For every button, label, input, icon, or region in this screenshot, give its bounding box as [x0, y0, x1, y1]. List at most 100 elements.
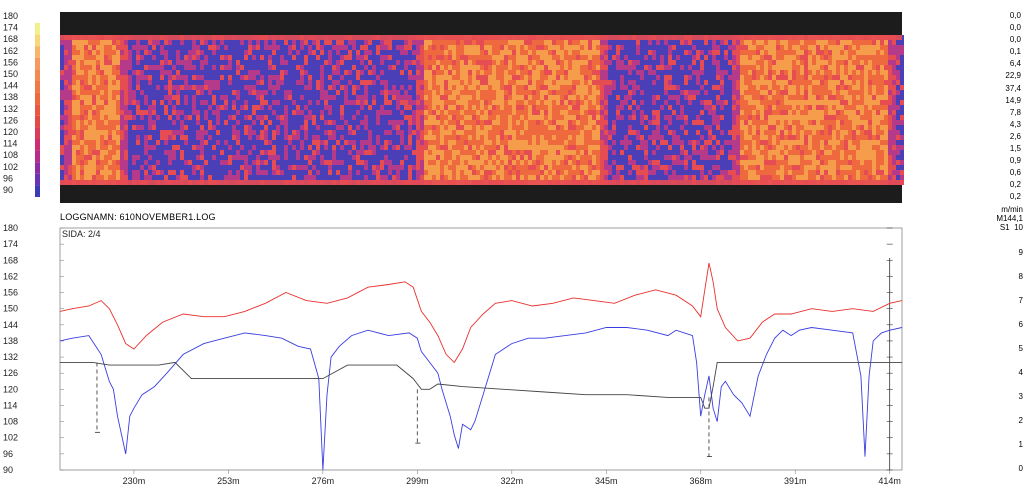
heatmap-cell [468, 155, 472, 160]
heatmap-cell [304, 90, 308, 95]
heatmap-cell [420, 85, 424, 90]
heatmap-cell [432, 150, 436, 155]
heatmap-cell [344, 120, 348, 125]
heatmap-cell [644, 50, 648, 55]
heatmap-cell [204, 65, 208, 70]
heatmap-cell [444, 105, 448, 110]
heatmap-cell [432, 105, 436, 110]
heatmap-cell [204, 120, 208, 125]
heatmap-cell [284, 55, 288, 60]
heatmap-cell [668, 65, 672, 70]
heatmap-cell [220, 40, 224, 45]
heatmap-scale-swatch [35, 34, 40, 47]
heatmap-cell [72, 170, 76, 175]
heatmap-cell [128, 165, 132, 170]
heatmap-cell [496, 140, 500, 145]
heatmap-cell [720, 60, 724, 65]
heatmap-cell [232, 110, 236, 115]
heatmap-cell [396, 105, 400, 110]
heatmap-cell [572, 90, 576, 95]
heatmap-cell [604, 130, 608, 135]
heatmap-cell [576, 155, 580, 160]
heatmap-cell [392, 60, 396, 65]
heatmap-cell [160, 45, 164, 50]
heatmap-cell [252, 50, 256, 55]
heatmap-cell [128, 105, 132, 110]
heatmap-cell [596, 70, 600, 75]
heatmap-cell [616, 170, 620, 175]
heatmap-cell [332, 175, 336, 180]
heatmap-cell [384, 175, 388, 180]
heatmap-cell [576, 70, 580, 75]
heatmap-cell [76, 170, 80, 175]
heatmap-cell [560, 45, 564, 50]
heatmap-cell [288, 170, 292, 175]
heatmap-cell [548, 80, 552, 85]
heatmap-cell [352, 120, 356, 125]
heatmap-cell [136, 100, 140, 105]
heatmap-cell [572, 135, 576, 140]
heatmap-cell [512, 105, 516, 110]
heatmap-cell [584, 45, 588, 50]
heatmap-cell [616, 145, 620, 150]
heatmap-cell [576, 80, 580, 85]
heatmap-cell [204, 140, 208, 145]
heatmap-cell [648, 55, 652, 60]
heatmap-cell [420, 75, 424, 80]
heatmap-cell [172, 165, 176, 170]
heatmap-cell [352, 75, 356, 80]
heatmap-cell [536, 55, 540, 60]
heatmap-cell [140, 90, 144, 95]
heatmap-cell [460, 50, 464, 55]
heatmap-cell [76, 85, 80, 90]
heatmap-cell [652, 150, 656, 155]
heatmap-cell [148, 130, 152, 135]
heatmap-cell [504, 155, 508, 160]
heatmap-cell [400, 175, 404, 180]
heatmap-cell [536, 100, 540, 105]
heatmap-cell [628, 150, 632, 155]
heatmap-cell [180, 155, 184, 160]
heatmap-cell [620, 120, 624, 125]
heatmap-cell [636, 105, 640, 110]
heatmap-cell [596, 135, 600, 140]
heatmap-cell [436, 135, 440, 140]
heatmap-cell [112, 45, 116, 50]
heatmap-cell [172, 135, 176, 140]
heatmap-cell [456, 60, 460, 65]
heatmap-cell [716, 155, 720, 160]
heatmap-cell [216, 175, 220, 180]
heatmap-cell [432, 50, 436, 55]
heatmap-cell [124, 140, 128, 145]
heatmap-cell [188, 60, 192, 65]
heatmap-cell [692, 70, 696, 75]
heatmap-cell [492, 80, 496, 85]
heatmap-cell [680, 175, 684, 180]
heatmap-cell [172, 55, 176, 60]
heatmap-cell [292, 130, 296, 135]
heatmap-cell [708, 120, 712, 125]
heatmap-cell [372, 155, 376, 160]
heatmap-cell [440, 110, 444, 115]
heatmap-cell [364, 90, 368, 95]
heatmap-cell [188, 105, 192, 110]
heatmap-cell [216, 115, 220, 120]
heatmap-cell [208, 45, 212, 50]
heatmap-cell [272, 175, 276, 180]
heatmap-cell [428, 175, 432, 180]
heatmap-cell [72, 75, 76, 80]
heatmap-cell [288, 130, 292, 135]
heatmap-cells [60, 35, 904, 185]
heatmap-cell [60, 95, 64, 100]
heatmap-cell [268, 145, 272, 150]
heatmap-cell [60, 175, 64, 180]
heatmap-cell [660, 40, 664, 45]
heatmap-cell [508, 155, 512, 160]
heatmap-cell [700, 95, 704, 100]
heatmap-cell [472, 95, 476, 100]
heatmap-cell [604, 165, 608, 170]
heatmap-cell [232, 130, 236, 135]
heatmap-cell [568, 45, 572, 50]
heatmap-cell [136, 170, 140, 175]
heatmap-cell [668, 175, 672, 180]
